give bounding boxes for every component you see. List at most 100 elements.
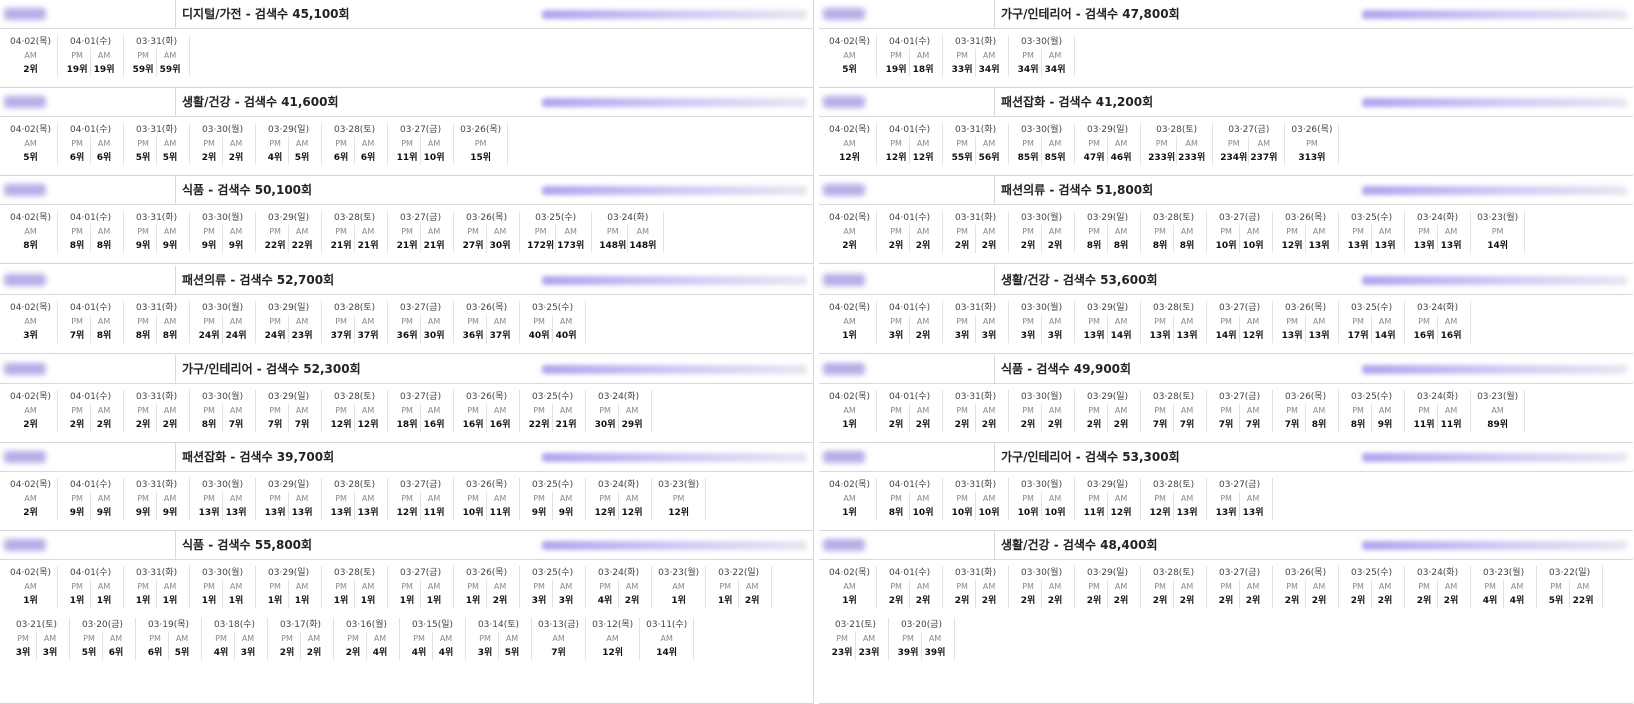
time-slot: PM 2위: [949, 225, 975, 253]
slot-label: PM: [533, 582, 545, 591]
rank-value: 2위: [888, 241, 904, 251]
slot-label: PM: [401, 494, 413, 503]
rank-value: 3위: [1047, 331, 1063, 341]
day-date: 03·30(월): [1021, 480, 1063, 490]
time-slot: PM 59위: [130, 49, 156, 77]
rank-value: 23위: [858, 648, 880, 658]
day-date: 04·02(목): [829, 37, 871, 47]
slot-label: PM: [890, 317, 902, 326]
rank-value: 2위: [69, 420, 85, 430]
day-date: 03·27(금): [400, 213, 442, 223]
rank-value: 7위: [69, 331, 85, 341]
slot-label: AM: [97, 139, 111, 148]
day-date: 03·19(목): [147, 620, 190, 630]
day-cell: 04·02(목) AM 8위: [4, 211, 59, 253]
day-date: 03·29(일): [268, 303, 310, 313]
rank-value: 11위: [1083, 508, 1105, 518]
slot-label: PM: [1154, 317, 1166, 326]
time-slot: PM 2위: [883, 404, 909, 432]
redacted-link[interactable]: [542, 365, 807, 374]
time-slot: AM 10위: [1239, 225, 1266, 253]
rank-value: 12위: [594, 508, 616, 518]
time-slot: PM 8위: [64, 225, 90, 253]
day-slots: PM 10위 AM 10위: [1015, 492, 1068, 520]
slot-label: PM: [1154, 406, 1166, 415]
redacted-link[interactable]: [1362, 186, 1627, 195]
redacted-link[interactable]: [542, 541, 807, 550]
rank-value: 4위: [372, 648, 388, 658]
redacted-link[interactable]: [542, 10, 807, 19]
time-slot: PM 12위: [883, 137, 909, 165]
day-slots: PM 40위 AM 40위: [526, 315, 579, 343]
time-slot: AM 8위: [90, 225, 117, 253]
redacted-link[interactable]: [542, 276, 807, 285]
rank-value: 8위: [135, 331, 151, 341]
rank-value: 2위: [1179, 596, 1195, 606]
rank-value: 13위: [264, 508, 286, 518]
redacted-link[interactable]: [1362, 453, 1627, 462]
slot-label: AM: [1114, 227, 1128, 236]
day-slots: PM 2위 AM 2위: [1015, 404, 1068, 432]
redacted-link[interactable]: [1362, 10, 1627, 19]
slot-label: PM: [401, 227, 413, 236]
slot-label: AM: [241, 634, 255, 643]
redacted-link[interactable]: [542, 186, 807, 195]
rank-value: 10위: [462, 508, 484, 518]
slot-label: AM: [439, 634, 453, 643]
slot-label: AM: [295, 582, 309, 591]
slot-label: AM: [295, 227, 309, 236]
card-header: 생활/건강 - 검색수 41,600회: [0, 88, 813, 117]
slot-label: AM: [229, 582, 243, 591]
day-cell: 03·28(토) PM 13위 AM 13위: [322, 478, 389, 520]
day-date: 03·18(수): [213, 620, 256, 630]
time-slot: PM 12위: [592, 492, 618, 520]
slot-label: AM: [427, 317, 441, 326]
rank-value: 2위: [954, 420, 970, 430]
slot-label: PM: [203, 494, 215, 503]
rank-value: 10위: [1044, 508, 1066, 518]
day-cell: 03·28(토) PM 2위 AM 2위: [1141, 566, 1208, 608]
day-slots: PM 4위 AM 2위: [592, 580, 645, 608]
day-cell: 03·25(수) PM 13위 AM 13위: [1339, 211, 1406, 253]
redacted-link[interactable]: [1362, 365, 1627, 374]
time-slot: AM 173위: [555, 225, 585, 253]
day-date: 04·02(목): [10, 213, 52, 223]
day-cell: 03·14(토) PM 3위 AM 5위: [466, 618, 532, 660]
day-date: 03·29(일): [268, 480, 310, 490]
redacted-link[interactable]: [1362, 98, 1627, 107]
rank-value: 15위: [470, 153, 492, 163]
rank-value: 13위: [330, 508, 352, 518]
time-slot: AM 16위: [420, 404, 447, 432]
slot-label: PM: [479, 634, 491, 643]
slot-label: AM: [660, 634, 673, 643]
slot-label: PM: [599, 406, 611, 415]
slot-label: AM: [493, 317, 507, 326]
day-cell: 03·27(금) PM 13위 AM 13위: [1207, 478, 1274, 520]
rank-value: 2위: [1113, 420, 1129, 430]
redacted-link[interactable]: [542, 98, 807, 107]
rank-value: 1위: [842, 331, 857, 341]
day-cell: 03·31(화) PM 2위 AM 2위: [124, 390, 191, 432]
time-slot: AM 11위: [420, 492, 447, 520]
slot-label: AM: [229, 317, 243, 326]
slot-label: AM: [625, 582, 639, 591]
time-slot: PM 4위: [406, 632, 432, 660]
redacted-link[interactable]: [1362, 541, 1627, 550]
slot-label: AM: [559, 406, 573, 415]
rank-value: 233위: [1148, 153, 1176, 163]
day-date: 04·01(수): [70, 125, 112, 135]
redacted-link[interactable]: [1362, 276, 1627, 285]
card-title: 식품 - 검색수 55,800회: [175, 531, 312, 559]
redacted-link[interactable]: [542, 453, 807, 462]
rank-value: 2위: [954, 241, 970, 251]
day-slots: PM 1위 AM 1위: [130, 580, 183, 608]
rank-value: 2위: [1047, 241, 1063, 251]
day-slots: PM 30위 AM 29위: [592, 404, 645, 432]
time-slot: PM 39위: [895, 632, 921, 660]
slot-label: PM: [269, 227, 281, 236]
day-cell: 04·01(수) PM 3위 AM 2위: [877, 301, 944, 343]
slot-label: AM: [97, 51, 111, 60]
rank-value: 11위: [1413, 420, 1435, 430]
day-date: 03·21(토): [834, 620, 877, 630]
time-slot: PM 8위: [1345, 404, 1371, 432]
